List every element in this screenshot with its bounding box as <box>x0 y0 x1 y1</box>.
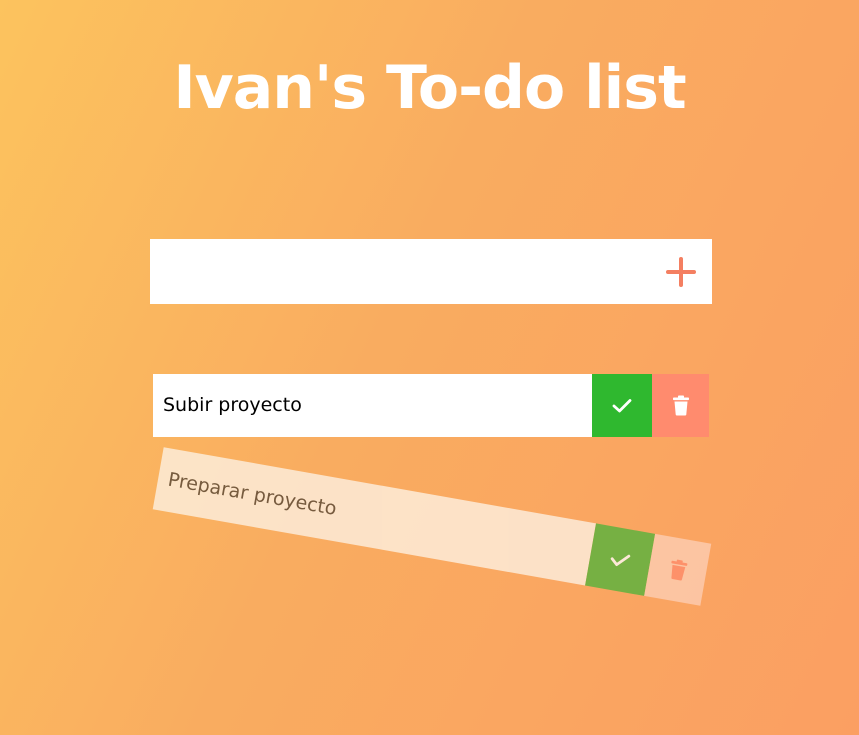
check-icon <box>610 554 631 566</box>
todo-item-text: Preparar proyecto <box>152 447 597 586</box>
complete-button[interactable] <box>592 374 652 437</box>
todo-input[interactable] <box>150 239 650 304</box>
todo-item-completed: Preparar proyecto <box>152 447 712 606</box>
trash-icon <box>672 395 689 416</box>
add-todo-button[interactable] <box>650 239 712 304</box>
todo-item-text: Subir proyecto <box>153 374 592 437</box>
delete-button[interactable] <box>644 533 712 606</box>
page-title: Ivan's To-do list <box>173 53 686 123</box>
add-todo-form <box>150 239 712 304</box>
trash-icon <box>670 559 687 581</box>
plus-icon <box>666 256 696 287</box>
check-icon <box>612 398 632 412</box>
complete-button[interactable] <box>585 523 656 596</box>
delete-button[interactable] <box>652 374 709 437</box>
todo-item: Subir proyecto <box>153 374 709 437</box>
